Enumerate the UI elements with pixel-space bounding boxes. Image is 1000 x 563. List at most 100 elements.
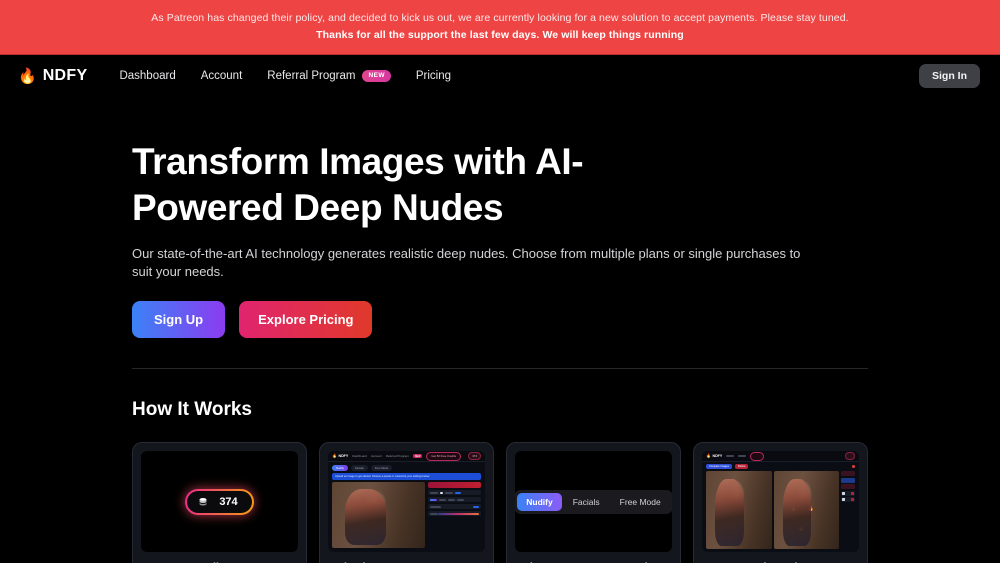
result-panel-row-2 — [841, 477, 855, 483]
result-nav-chip-1 — [726, 454, 735, 458]
result-thumb-icon-1 — [842, 491, 845, 495]
flame-overlay-icon-1: 🔥 — [790, 506, 797, 513]
result-preview-logo: NDFY — [712, 454, 723, 458]
main-navbar: 🔥 NDFY Dashboard Account Referral Progra… — [0, 55, 1000, 97]
card-upload-image[interactable]: 🔥 NDFY Dashboard Account Referral Progra… — [319, 442, 494, 563]
preview-controls-panel — [427, 482, 481, 548]
after-image-thumbnail: 🔥 🔥 🔥 — [773, 471, 839, 549]
card-caption-4: Process and Receive Your Result in Secon… — [702, 552, 859, 563]
preview-nav-right: 374 — [468, 452, 481, 460]
card-process-result[interactable]: 🔥 NDFY Compare Images Delete 🔥 🔥 🔥 — [693, 442, 868, 563]
flame-overlay-icon-3: 🔥 — [798, 525, 805, 532]
preview-label-chip-2 — [444, 491, 453, 495]
result-panel-row-3 — [841, 484, 855, 489]
hero-cta-row: Sign Up Explore Pricing — [132, 301, 868, 338]
preview-nav-account: Account — [370, 454, 382, 458]
preset-preview: Nudify Facials Free Mode — [515, 451, 672, 552]
app-preview-upload: 🔥 NDFY Dashboard Account Referral Progra… — [328, 451, 485, 552]
preview-seg-3 — [447, 498, 455, 502]
card-media-upload: 🔥 NDFY Dashboard Account Referral Progra… — [328, 451, 485, 552]
preview-intensity-slider — [437, 512, 479, 516]
result-action-bar: Compare Images Delete — [702, 462, 859, 471]
preview-generate-button — [427, 482, 481, 489]
preview-tab-freemode: Free Mode — [370, 465, 393, 472]
preview-free-credits-button: Get 50 Free Credits — [426, 451, 461, 461]
how-it-works-cards: 374 Get some credits 🔥 NDFY Dashboard Ac… — [132, 442, 868, 563]
card-select-preset[interactable]: Nudify Facials Free Mode Select a preset… — [506, 442, 681, 563]
coin-stack-icon — [199, 497, 207, 505]
preview-body — [328, 482, 485, 552]
preset-option-nudify[interactable]: Nudify — [517, 492, 562, 511]
preview-tab-facials: Facials — [350, 465, 368, 472]
preview-brand: 🔥 NDFY — [332, 453, 349, 459]
preview-logo: NDFY — [338, 454, 349, 458]
preview-segmented-row — [427, 497, 481, 503]
preview-value-chip-2 — [473, 505, 479, 509]
preview-label-chip — [429, 491, 438, 495]
result-delete-icon-2 — [851, 498, 854, 501]
page-title: Transform Images with AI-Powered Deep Nu… — [132, 141, 584, 228]
preview-navbar: 🔥 NDFY Dashboard Account Referral Progra… — [328, 451, 485, 462]
brand-logo[interactable]: 🔥 NDFY — [18, 67, 87, 85]
nav-links: Dashboard Account Referral Program NEW P… — [119, 70, 451, 82]
preview-new-badge: NEW — [412, 453, 423, 459]
credits-preview: 374 — [141, 451, 298, 552]
result-side-panel — [841, 471, 855, 549]
sign-up-button[interactable]: Sign Up — [132, 301, 226, 338]
brand-name: NDFY — [42, 67, 88, 84]
preset-option-facials[interactable]: Facials — [564, 493, 609, 511]
sign-in-button[interactable]: Sign In — [919, 64, 980, 88]
credits-value: 374 — [219, 495, 238, 508]
card-get-credits[interactable]: 374 Get some credits — [132, 442, 307, 563]
flame-icon: 🔥 — [332, 453, 337, 458]
card-media-result: 🔥 NDFY Compare Images Delete 🔥 🔥 🔥 — [702, 451, 859, 552]
card-caption-1: Get some credits — [141, 552, 298, 563]
nav-item-pricing[interactable]: Pricing — [416, 70, 451, 82]
preview-seg-2 — [438, 498, 446, 502]
preview-value-chip — [454, 491, 461, 495]
hero-subtitle: Our state-of-the-art AI technology gener… — [132, 246, 801, 279]
result-delete-icon-1 — [851, 491, 854, 495]
card-media-credits: 374 — [141, 451, 298, 552]
nav-item-dashboard[interactable]: Dashboard — [119, 70, 175, 82]
preset-segmented-control: Nudify Facials Free Mode — [515, 489, 672, 514]
preview-slider-label — [429, 512, 438, 516]
nav-item-referral-program[interactable]: Referral Program NEW — [267, 70, 391, 82]
page-content: Transform Images with AI-Powered Deep Nu… — [0, 97, 1000, 563]
notification-dot-icon — [851, 464, 855, 469]
announcement-line-2: Thanks for all the support the last few … — [316, 29, 684, 41]
preview-tab-nudify: Nudify — [332, 465, 348, 472]
announcement-line-1: As Patreon has changed their policy, and… — [151, 12, 849, 24]
preview-info-banner: Upload an image to get started. Choose a… — [332, 473, 481, 481]
section-divider — [132, 368, 868, 369]
result-panel-row-4 — [841, 490, 855, 496]
announcement-banner: As Patreon has changed their policy, and… — [0, 0, 1000, 55]
preview-seg-active — [429, 498, 437, 502]
preset-option-free-mode[interactable]: Free Mode — [611, 493, 670, 511]
uploaded-image-thumbnail — [332, 482, 425, 548]
preview-control-row-1 — [427, 490, 481, 496]
preview-nav-referral: Referral Program — [385, 454, 409, 458]
card-media-preset: Nudify Facials Free Mode — [515, 451, 672, 552]
how-it-works-title: How It Works — [132, 399, 252, 420]
new-badge: NEW — [362, 70, 391, 82]
result-nav-right — [845, 452, 855, 460]
preview-nav-dashboard: Dashboard — [352, 454, 367, 458]
result-credits — [845, 452, 855, 460]
card-caption-3: Select a preset or customize your image — [515, 552, 672, 563]
preview-seg-4 — [456, 498, 464, 502]
result-preview-brand: 🔥 NDFY — [706, 454, 723, 459]
result-panel-row-1 — [841, 471, 855, 476]
result-preview-navbar: 🔥 NDFY — [702, 451, 859, 462]
explore-pricing-button[interactable]: Explore Pricing — [239, 301, 373, 338]
nav-item-account[interactable]: Account — [201, 70, 243, 82]
flame-icon: 🔥 — [18, 67, 37, 85]
app-preview-result: 🔥 NDFY Compare Images Delete 🔥 🔥 🔥 — [702, 451, 859, 552]
result-nav-chip-2 — [738, 454, 747, 458]
hero-section: Transform Images with AI-Powered Deep Nu… — [132, 97, 868, 338]
nav-item-referral-label[interactable]: Referral Program — [267, 70, 355, 82]
card-caption-2: Upload Your Image — [328, 552, 485, 563]
compare-images-button: Compare Images — [706, 464, 732, 469]
preview-tabs: Nudify Facials Free Mode — [328, 462, 485, 473]
before-image-thumbnail — [706, 471, 772, 549]
